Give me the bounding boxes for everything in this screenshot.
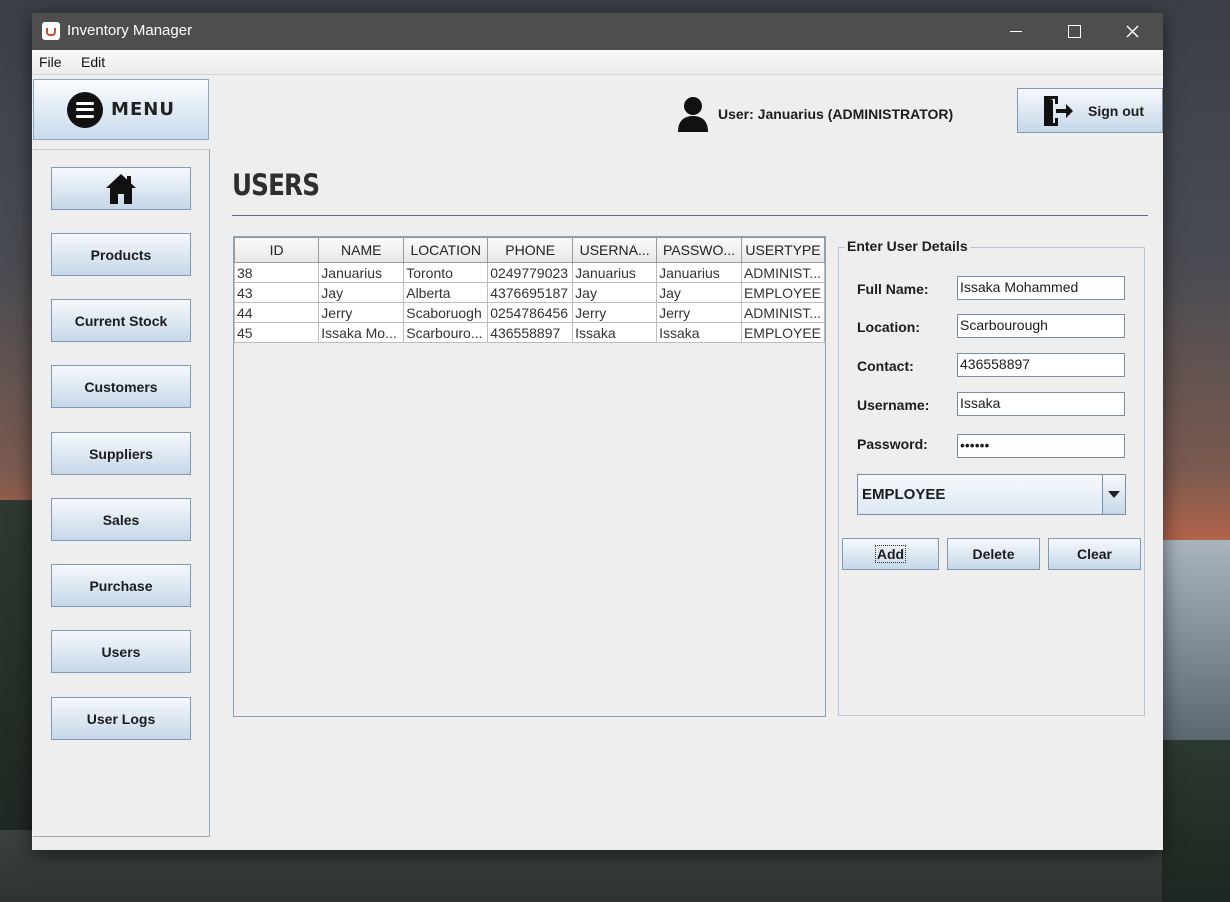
- table-row[interactable]: 45 Issaka Mo... Scarbouro... 436558897 I…: [233, 322, 826, 343]
- menu-bar: File Edit: [32, 50, 1163, 75]
- sidebar-panel: Products Current Stock Customers Supplie…: [33, 149, 210, 837]
- menu-toggle-button[interactable]: MENU: [33, 79, 209, 140]
- close-button[interactable]: [1103, 13, 1161, 50]
- table-cell: Jerry: [656, 302, 742, 323]
- table-row[interactable]: 44 Jerry Scaboruogh 0254786456 Jerry Jer…: [233, 302, 826, 323]
- maximize-button[interactable]: [1045, 13, 1103, 50]
- table-cell: 43: [233, 282, 320, 303]
- title-divider: [232, 215, 1148, 216]
- fullname-field[interactable]: Issaka Mohammed: [957, 276, 1125, 300]
- hamburger-icon: [67, 91, 104, 128]
- sidebar-item-sales[interactable]: Sales: [51, 498, 191, 541]
- sidebar-item-customers[interactable]: Customers: [51, 365, 191, 408]
- table-row[interactable]: 43 Jay Alberta 4376695187 Jay Jay EMPLOY…: [233, 282, 826, 303]
- table-cell: 38: [233, 262, 320, 283]
- usertype-select[interactable]: EMPLOYEE: [857, 474, 1126, 515]
- table-cell: Jay: [656, 282, 742, 303]
- contact-field[interactable]: 436558897: [957, 353, 1125, 377]
- fullname-label: Full Name:: [857, 281, 929, 297]
- maximize-icon: [1067, 25, 1081, 38]
- sign-out-button[interactable]: Sign out: [1017, 88, 1163, 133]
- minimize-button[interactable]: [987, 13, 1045, 50]
- table-cell: 436558897: [487, 322, 574, 343]
- column-header[interactable]: PHONE: [487, 237, 574, 263]
- location-label: Location:: [857, 319, 920, 335]
- table-cell: Jay: [572, 282, 658, 303]
- desktop-background: [0, 500, 34, 830]
- table-cell: ADMINIST...: [740, 262, 826, 283]
- column-header[interactable]: ID: [233, 237, 320, 263]
- table-cell: ADMINIST...: [740, 302, 826, 323]
- location-field[interactable]: Scarbourough: [957, 314, 1125, 338]
- sidebar-item-user-logs[interactable]: User Logs: [51, 697, 191, 740]
- menu-label: MENU: [111, 99, 175, 120]
- delete-button[interactable]: Delete: [947, 538, 1040, 570]
- password-label: Password:: [857, 436, 928, 452]
- table-cell: Jay: [318, 282, 405, 303]
- column-header[interactable]: USERNA...: [572, 237, 658, 263]
- table-cell: Januarius: [572, 262, 658, 283]
- window-title: Inventory Manager: [67, 22, 193, 39]
- table-cell: Januarius: [318, 262, 405, 283]
- table-cell: Issaka: [572, 322, 658, 343]
- sign-out-icon: [1044, 95, 1073, 126]
- sidebar-item-current-stock[interactable]: Current Stock: [51, 299, 191, 342]
- table-cell: 4376695187: [487, 282, 574, 303]
- sidebar: MENU Products Current Stock Customers Su…: [32, 77, 210, 837]
- app-window: Inventory Manager File Edit MENU Product…: [32, 13, 1163, 850]
- sidebar-item-suppliers[interactable]: Suppliers: [51, 432, 191, 475]
- table-cell: Scaboruogh: [403, 302, 489, 323]
- add-button[interactable]: Add: [842, 538, 939, 570]
- desktop-background: [1162, 540, 1230, 740]
- sidebar-item-users[interactable]: Users: [51, 630, 191, 673]
- desktop-background: [1162, 740, 1230, 902]
- menu-file[interactable]: File: [39, 54, 62, 70]
- username-field[interactable]: Issaka: [957, 392, 1125, 416]
- username-label: Username:: [857, 397, 930, 413]
- password-field[interactable]: ••••••: [957, 434, 1125, 458]
- add-label: Add: [874, 545, 907, 563]
- table-header-row: ID NAME LOCATION PHONE USERNA... PASSWO.…: [233, 237, 826, 263]
- users-table[interactable]: ID NAME LOCATION PHONE USERNA... PASSWO.…: [233, 236, 826, 717]
- clear-button[interactable]: Clear: [1048, 538, 1141, 570]
- table-cell: Toronto: [403, 262, 489, 283]
- table-cell: 44: [233, 302, 320, 323]
- table-cell: Issaka Mo...: [318, 322, 405, 343]
- close-icon: [1125, 25, 1139, 38]
- table-cell: Scarbouro...: [403, 322, 489, 343]
- table-cell: Alberta: [403, 282, 489, 303]
- sign-out-label: Sign out: [1088, 102, 1144, 119]
- column-header[interactable]: LOCATION: [403, 237, 489, 263]
- user-label: User: Januarius (ADMINISTRATOR): [718, 106, 954, 122]
- home-button[interactable]: [51, 167, 191, 210]
- table-cell: Jerry: [572, 302, 658, 323]
- column-header[interactable]: NAME: [318, 237, 405, 263]
- sidebar-item-purchase[interactable]: Purchase: [51, 564, 191, 607]
- user-details-title: Enter User Details: [845, 238, 970, 254]
- page-title: USERS: [232, 168, 320, 202]
- table-cell: Issaka: [656, 322, 742, 343]
- column-header[interactable]: USERTYPE: [740, 237, 826, 263]
- table-cell: 0249779023: [487, 262, 574, 283]
- table-cell: 0254786456: [487, 302, 574, 323]
- user-icon: [678, 97, 708, 132]
- minimize-icon: [1010, 30, 1022, 33]
- menu-edit[interactable]: Edit: [81, 54, 105, 70]
- home-icon: [106, 173, 136, 204]
- current-user: User: Januarius (ADMINISTRATOR): [677, 94, 953, 134]
- table-cell: EMPLOYEE: [740, 282, 826, 303]
- usertype-value: EMPLOYEE: [862, 486, 946, 503]
- column-header[interactable]: PASSWO...: [656, 237, 742, 263]
- contact-label: Contact:: [857, 358, 914, 374]
- table-cell: Jerry: [318, 302, 405, 323]
- table-cell: EMPLOYEE: [740, 322, 826, 343]
- sidebar-item-products[interactable]: Products: [51, 233, 191, 276]
- chevron-down-icon[interactable]: [1102, 475, 1125, 514]
- table-cell: 45: [233, 322, 320, 343]
- title-bar[interactable]: Inventory Manager: [32, 13, 1163, 50]
- java-app-icon: [42, 22, 60, 40]
- table-row[interactable]: 38 Januarius Toronto 0249779023 Januariu…: [233, 262, 826, 283]
- table-cell: Januarius: [656, 262, 742, 283]
